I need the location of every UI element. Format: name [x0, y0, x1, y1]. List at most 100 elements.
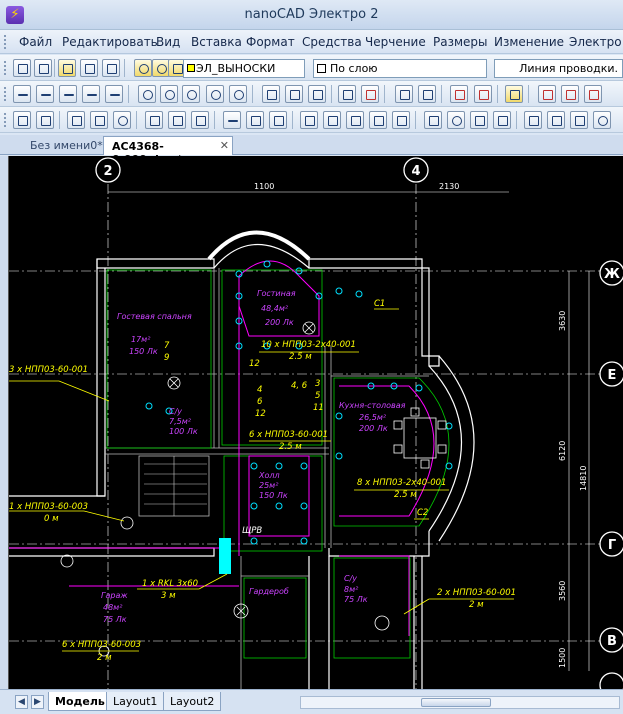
document-icon[interactable] — [67, 111, 85, 129]
rectangle-icon[interactable] — [424, 111, 442, 129]
snap-node-icon[interactable] — [570, 111, 588, 129]
chain-dim-icon[interactable] — [308, 85, 326, 103]
linetype-dropdown[interactable]: Линия проводки. — [494, 59, 623, 78]
label-l5b: 3 м — [161, 591, 176, 601]
calculator-icon[interactable] — [395, 85, 413, 103]
grid-icon[interactable] — [269, 111, 287, 129]
tab-prev-icon[interactable]: ◀ — [15, 695, 28, 709]
menu-electro[interactable]: Электро — [569, 35, 622, 49]
center-mark-icon[interactable] — [338, 85, 356, 103]
mirror-icon[interactable] — [346, 111, 364, 129]
drawing-canvas[interactable]: 2 4 Ж Е Г В 1100 2130 3630 6120 14810 35… — [8, 156, 623, 689]
dim-3630: 3630 — [558, 311, 567, 331]
refresh-icon[interactable] — [113, 111, 131, 129]
menu-tools[interactable]: Средства — [302, 35, 362, 49]
close-icon[interactable]: ✕ — [220, 139, 229, 152]
layers-icon[interactable] — [58, 59, 76, 77]
layer-state-icon[interactable] — [80, 59, 98, 77]
align-icon[interactable] — [223, 111, 241, 129]
room-cu2-lux: 75 Лк — [344, 595, 368, 604]
sheet-icon[interactable] — [90, 111, 108, 129]
toolbar-grip[interactable] — [3, 86, 7, 102]
circle-dim-icon[interactable] — [138, 85, 156, 103]
lightbulb-icon[interactable] — [134, 59, 152, 77]
dimension-vertical-icon[interactable] — [59, 85, 77, 103]
tab-layout1[interactable]: Layout1 — [106, 692, 165, 711]
arrow-select-icon[interactable] — [13, 85, 31, 103]
room-cu-area: 7,5м² — [169, 417, 192, 426]
dimension-aligned-icon[interactable] — [82, 85, 100, 103]
menu-edit[interactable]: Редактировать — [62, 35, 158, 49]
label-n46: 4, 6 — [291, 381, 308, 391]
tab-active-drawing[interactable]: AC4368-0.000.dwg* ✕ — [103, 136, 233, 166]
tab-next-icon[interactable]: ▶ — [31, 695, 44, 709]
list-icon[interactable] — [36, 111, 54, 129]
scrollbar-thumb[interactable] — [421, 698, 491, 707]
dimension-linear-icon[interactable] — [36, 85, 54, 103]
label-l6: 6 х НПП03-60-003 — [62, 640, 141, 650]
label-l3: 8 х НПП03-2х40-001 — [357, 478, 446, 488]
panel-block — [219, 538, 231, 574]
new-file-icon[interactable] — [13, 59, 31, 77]
snap-grid-icon[interactable] — [547, 111, 565, 129]
counter-icon[interactable] — [447, 111, 465, 129]
break-dim-icon[interactable] — [361, 85, 379, 103]
radius-dim-icon[interactable] — [160, 85, 178, 103]
color-dropdown[interactable]: По слою — [313, 59, 487, 78]
ordinate-dim-icon[interactable] — [285, 85, 303, 103]
room-hall-area: 25м² — [259, 481, 279, 490]
block-insert-icon[interactable] — [191, 111, 209, 129]
menu-file[interactable]: Файл — [19, 35, 52, 49]
menu-insert[interactable]: Вставка — [191, 35, 242, 49]
room-guest-bedroom-name: Гостевая спальня — [117, 312, 192, 321]
panel-icon[interactable] — [450, 85, 468, 103]
menu-dimensions[interactable]: Размеры — [433, 35, 488, 49]
label-n9: 9 — [164, 353, 169, 363]
menu-bar: Файл Редактировать Вид Вставка Формат Ср… — [0, 30, 623, 54]
baseline-dim-icon[interactable] — [262, 85, 280, 103]
left-edge — [0, 156, 8, 689]
table-edit-icon[interactable] — [418, 85, 436, 103]
tab-model[interactable]: Модель — [48, 692, 112, 711]
snap-icon[interactable] — [524, 111, 542, 129]
diameter-dim-icon[interactable] — [182, 85, 200, 103]
layout-tabs-bar: ◀ ▶ Модель Layout1 Layout2 — [0, 689, 623, 714]
dimension-continue-icon[interactable] — [105, 85, 123, 103]
label-l2: 6 х НПП03-60-001 — [249, 430, 328, 440]
pattern-icon[interactable] — [392, 111, 410, 129]
array-polar-icon[interactable] — [323, 111, 341, 129]
cable-route-icon[interactable] — [538, 85, 556, 103]
toolbar-grip[interactable] — [3, 112, 7, 128]
offset-icon[interactable] — [369, 111, 387, 129]
menu-draw[interactable]: Черчение — [365, 35, 426, 49]
toolbar-grip[interactable] — [3, 60, 7, 76]
schedule-icon[interactable] — [474, 85, 492, 103]
color-swatch — [317, 64, 326, 73]
menu-view[interactable]: Вид — [156, 35, 180, 49]
menu-modify[interactable]: Изменение — [494, 35, 564, 49]
wire-icon[interactable] — [584, 85, 602, 103]
connect-icon[interactable] — [561, 85, 579, 103]
symbol-icon[interactable] — [493, 111, 511, 129]
room-kitchen-area: 26,5м² — [359, 413, 387, 422]
arc-dim-icon[interactable] — [229, 85, 247, 103]
layer-dropdown[interactable]: ЭЛ_ВЫНОСКИ — [183, 59, 305, 78]
open-file-icon[interactable] — [34, 59, 52, 77]
tab-untitled[interactable]: Без имени0* — [22, 136, 111, 155]
report-icon[interactable] — [505, 85, 523, 103]
tab-layout2[interactable]: Layout2 — [163, 692, 222, 711]
block-icon[interactable] — [145, 111, 163, 129]
room-cu-name: С/у — [169, 407, 182, 416]
properties-icon[interactable] — [13, 111, 31, 129]
horizontal-scrollbar[interactable] — [300, 696, 620, 709]
room-kitchen-lux: 200 Лк — [359, 424, 388, 433]
settings-gear-icon[interactable] — [593, 111, 611, 129]
layer-check-icon[interactable] — [102, 59, 120, 77]
menu-format[interactable]: Формат — [246, 35, 295, 49]
angle-dim-icon[interactable] — [206, 85, 224, 103]
block-edit-icon[interactable] — [168, 111, 186, 129]
menu-grip[interactable] — [3, 34, 7, 50]
table-icon[interactable] — [246, 111, 264, 129]
array-icon[interactable] — [300, 111, 318, 129]
frame-icon[interactable] — [470, 111, 488, 129]
